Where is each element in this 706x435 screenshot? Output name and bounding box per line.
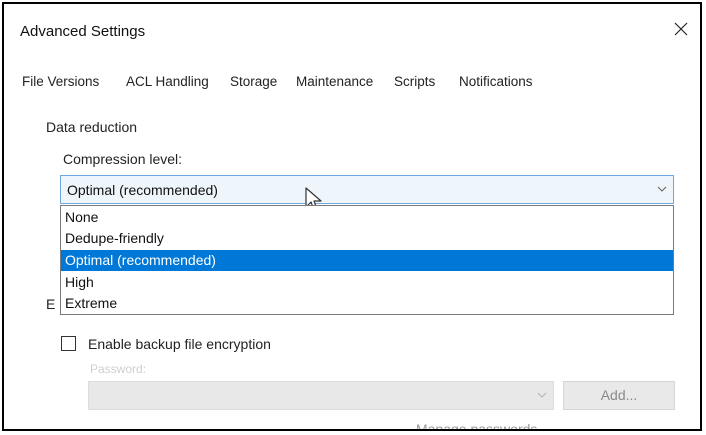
compression-level-label: Compression level: [63,151,183,167]
option-dedupe-friendly[interactable]: Dedupe-friendly [61,228,673,249]
chevron-down-icon [537,392,547,398]
option-extreme[interactable]: Extreme [61,293,673,314]
advanced-settings-dialog: Advanced Settings File Versions ACL Hand… [2,2,702,431]
tab-acl-handling[interactable]: ACL Handling [126,74,209,89]
tab-scripts[interactable]: Scripts [394,74,435,89]
password-select[interactable] [88,381,554,410]
dialog-title: Advanced Settings [20,23,146,40]
option-optimal-recommended[interactable]: Optimal (recommended) [61,250,673,271]
password-label: Password: [90,362,147,376]
option-none[interactable]: None [61,207,673,228]
enable-encryption-label[interactable]: Enable backup file encryption [88,336,271,352]
enable-encryption-checkbox[interactable] [61,336,76,351]
data-reduction-heading: Data reduction [46,119,138,135]
tab-file-versions[interactable]: File Versions [22,74,99,89]
compression-level-dropdown-list: None Dedupe-friendly Optimal (recommende… [60,205,674,315]
tab-notifications[interactable]: Notifications [459,74,533,89]
title-bar: Advanced Settings [4,4,700,56]
manage-passwords-link[interactable]: Manage passwords [416,421,537,429]
chevron-down-icon [657,186,667,192]
option-high[interactable]: High [61,272,673,293]
add-password-button[interactable]: Add... [563,381,675,410]
tab-storage[interactable]: Storage [230,74,277,89]
encryption-heading: E [46,296,56,312]
compression-level-select[interactable]: Optimal (recommended) [60,175,674,204]
compression-level-value: Optimal (recommended) [67,182,218,198]
close-icon [674,22,688,36]
tab-maintenance[interactable]: Maintenance [296,74,373,89]
close-button[interactable] [668,16,694,42]
